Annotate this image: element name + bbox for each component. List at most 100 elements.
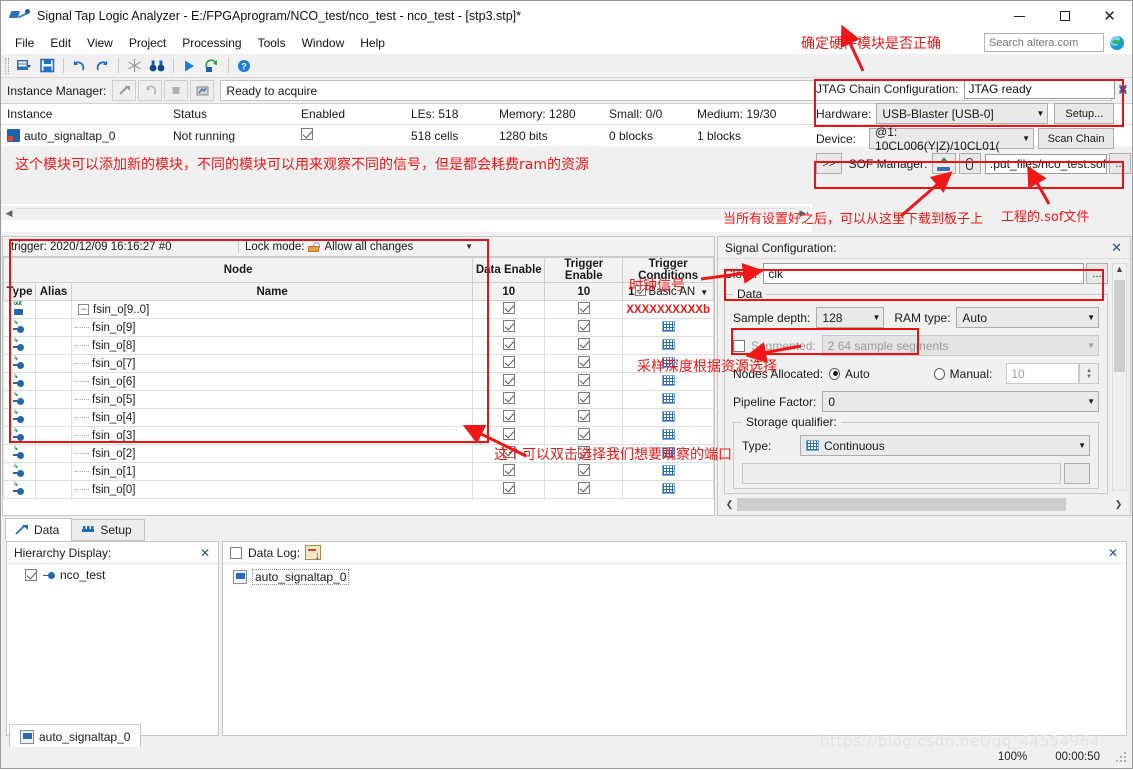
header-alias[interactable]: Alias bbox=[35, 282, 72, 301]
vscroll-thumb[interactable] bbox=[1114, 280, 1125, 372]
data-enable-checkbox[interactable] bbox=[502, 338, 515, 350]
node-alias-cell[interactable] bbox=[35, 462, 72, 481]
table-row[interactable]: ↳ fsin_o[1] bbox=[3, 462, 714, 481]
node-name-cell[interactable]: fsin_o[2] bbox=[70, 444, 474, 463]
menu-edit[interactable]: Edit bbox=[42, 34, 79, 52]
hierarchy-close-icon[interactable]: ✕ bbox=[200, 546, 218, 560]
menu-help[interactable]: Help bbox=[352, 34, 393, 52]
save-icon[interactable] bbox=[36, 56, 58, 76]
menu-processing[interactable]: Processing bbox=[174, 34, 249, 52]
hscroll-track[interactable] bbox=[737, 497, 1111, 511]
trigger-condition-cell[interactable] bbox=[622, 318, 714, 337]
new-stp-icon[interactable] bbox=[13, 56, 35, 76]
hardware-select[interactable]: USB-Blaster [USB-0] ▼ bbox=[876, 103, 1049, 124]
data-enable-checkbox[interactable] bbox=[502, 464, 515, 476]
header-type[interactable]: Type bbox=[3, 282, 36, 301]
trigger-condition-cell[interactable] bbox=[622, 390, 714, 409]
clock-field[interactable]: clk bbox=[763, 263, 1084, 284]
node-alias-cell[interactable] bbox=[35, 480, 72, 499]
trigger-enable-checkbox[interactable] bbox=[577, 482, 590, 494]
node-name-cell[interactable]: fsin_o[4] bbox=[70, 408, 474, 427]
ram-type-select[interactable]: Auto ▼ bbox=[956, 307, 1099, 328]
trigger-condition-cell[interactable] bbox=[622, 462, 714, 481]
sof-expand-button[interactable]: >> bbox=[816, 153, 842, 174]
stop-button[interactable] bbox=[164, 80, 189, 101]
menu-tools[interactable]: Tools bbox=[250, 34, 294, 52]
instance-hscrollbar[interactable]: ◀ ▶ bbox=[2, 206, 810, 220]
tab-setup[interactable]: Setup bbox=[71, 519, 145, 541]
data-enable-cell[interactable] bbox=[472, 426, 546, 445]
node-alias-cell[interactable] bbox=[35, 300, 72, 319]
trigger-enable-cell[interactable] bbox=[544, 390, 624, 409]
jtag-close-icon[interactable]: ✕ bbox=[1115, 81, 1131, 97]
data-enable-checkbox[interactable] bbox=[502, 302, 515, 314]
collapse-icon[interactable]: − bbox=[78, 303, 89, 315]
data-enable-checkbox[interactable] bbox=[502, 320, 515, 332]
snowflake-icon[interactable] bbox=[123, 56, 145, 76]
data-enable-cell[interactable] bbox=[472, 300, 546, 319]
trigger-enable-cell[interactable] bbox=[544, 372, 624, 391]
data-enable-checkbox[interactable] bbox=[502, 392, 515, 404]
node-name-cell[interactable]: fsin_o[6] bbox=[70, 372, 474, 391]
trigger-enable-cell[interactable] bbox=[544, 300, 624, 319]
help-icon[interactable]: ? bbox=[233, 56, 255, 76]
menu-file[interactable]: File bbox=[7, 34, 42, 52]
header-data-enable[interactable]: Data Enable bbox=[472, 257, 546, 283]
header-trigger-enable[interactable]: Trigger Enable bbox=[544, 257, 624, 283]
hscroll-left-icon[interactable]: ◀ bbox=[2, 208, 16, 219]
instance-tab[interactable]: auto_signaltap_0 bbox=[9, 724, 142, 749]
table-row[interactable]: ↳ fsin_o[3] bbox=[3, 426, 714, 445]
trigger-enable-checkbox[interactable] bbox=[577, 320, 590, 332]
trigger-enable-checkbox[interactable] bbox=[577, 464, 590, 476]
qualifier-type-select[interactable]: Continuous ▼ bbox=[800, 435, 1090, 456]
node-alias-cell[interactable] bbox=[35, 444, 72, 463]
data-enable-checkbox[interactable] bbox=[502, 374, 515, 386]
node-name-cell[interactable]: fsin_o[0] bbox=[70, 480, 474, 499]
trigger-enable-cell[interactable] bbox=[544, 354, 624, 373]
menu-window[interactable]: Window bbox=[294, 34, 353, 52]
setup-button[interactable]: Setup... bbox=[1054, 103, 1115, 124]
data-enable-cell[interactable] bbox=[472, 372, 546, 391]
node-name-cell[interactable]: − fsin_o[9..0] bbox=[70, 300, 474, 319]
trigger-enable-checkbox[interactable] bbox=[577, 302, 590, 314]
acquire-button[interactable] bbox=[112, 80, 137, 101]
data-log-close-icon[interactable]: ✕ bbox=[1108, 546, 1126, 560]
data-log-checkbox[interactable] bbox=[230, 546, 242, 559]
node-name-cell[interactable]: fsin_o[9] bbox=[70, 318, 474, 337]
data-enable-checkbox[interactable] bbox=[502, 428, 515, 440]
data-enable-cell[interactable] bbox=[472, 390, 546, 409]
node-alias-cell[interactable] bbox=[35, 390, 72, 409]
sample-depth-select[interactable]: 128 ▼ bbox=[816, 307, 885, 328]
lock-mode-control[interactable]: Lock mode: Allow all changes ▼ bbox=[238, 240, 478, 253]
trigger-enable-cell[interactable] bbox=[544, 318, 624, 337]
close-button[interactable]: ✕ bbox=[1087, 1, 1132, 32]
signal-config-vscrollbar[interactable]: ▲ bbox=[1112, 263, 1127, 491]
node-alias-cell[interactable] bbox=[35, 408, 72, 427]
table-row[interactable]: ↳ fsin_o[9] bbox=[3, 318, 714, 337]
search-input[interactable] bbox=[984, 33, 1104, 52]
trigger-enable-checkbox[interactable] bbox=[577, 338, 590, 350]
resize-grip-icon[interactable] bbox=[1114, 750, 1128, 764]
table-row[interactable]: out − fsin_o[9..0] XXXXXXXXXXb bbox=[3, 300, 714, 319]
data-enable-cell[interactable] bbox=[472, 480, 546, 499]
nodes-manual-radio[interactable] bbox=[933, 367, 945, 380]
nodes-manual-stepper[interactable]: ▲ ▼ bbox=[1079, 363, 1099, 384]
hscroll-thumb[interactable] bbox=[737, 497, 1067, 511]
header-name[interactable]: Name bbox=[70, 282, 474, 301]
stop-refresh-button[interactable] bbox=[138, 80, 163, 101]
table-row[interactable]: ↳ fsin_o[4] bbox=[3, 408, 714, 427]
segmented-select[interactable]: 2 64 sample segments ▼ bbox=[821, 335, 1099, 356]
trigger-enable-checkbox[interactable] bbox=[577, 428, 590, 440]
node-alias-cell[interactable] bbox=[35, 354, 72, 373]
data-enable-checkbox[interactable] bbox=[502, 356, 515, 368]
tab-data[interactable]: Data bbox=[5, 518, 73, 541]
minimize-button[interactable] bbox=[997, 1, 1042, 32]
recompile-icon[interactable] bbox=[201, 56, 223, 76]
trigger-enable-checkbox[interactable] bbox=[577, 374, 590, 386]
trigger-condition-cell[interactable] bbox=[622, 480, 714, 499]
table-row[interactable]: ↳ fsin_o[6] bbox=[3, 372, 714, 391]
sof-path-field[interactable]: :put_files/nco_test.sof bbox=[984, 153, 1107, 174]
signal-config-close-icon[interactable]: ✕ bbox=[1111, 240, 1130, 256]
data-enable-checkbox[interactable] bbox=[502, 410, 515, 422]
node-alias-cell[interactable] bbox=[35, 336, 72, 355]
